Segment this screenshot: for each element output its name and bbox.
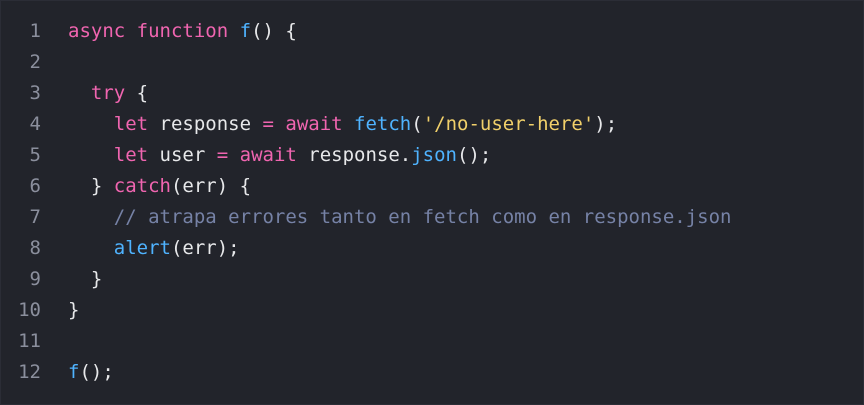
line-number: 12	[18, 361, 41, 383]
token-plain: (err);	[170, 237, 240, 259]
token-plain: }	[68, 175, 114, 197]
token-plain: );	[594, 113, 618, 135]
code-line: 8 alert(err);	[1, 233, 863, 264]
token-plain: ();	[457, 144, 492, 166]
token-keyword: let	[113, 144, 149, 166]
code-line: 12 f();	[1, 357, 863, 388]
code-text: }	[68, 295, 79, 326]
token-plain: {	[125, 82, 149, 104]
line-number: 5	[29, 144, 41, 166]
token-plain: user	[148, 144, 217, 166]
token-plain: (	[411, 113, 423, 135]
code-text: let response = await fetch('/no-user-her…	[68, 109, 617, 140]
code-line: 2	[1, 47, 863, 78]
line-number: 1	[29, 20, 41, 42]
line-number: 8	[29, 237, 41, 259]
code-line: 9 }	[1, 264, 863, 295]
token-plain: }	[68, 299, 80, 321]
token-keyword: =	[216, 144, 229, 166]
line-number: 7	[29, 206, 41, 228]
token-function: f	[68, 361, 80, 383]
code-text: f();	[68, 357, 114, 388]
token-keyword: await	[239, 144, 297, 166]
line-number: 9	[29, 268, 41, 290]
code-line: 4 let response = await fetch('/no-user-h…	[1, 109, 863, 140]
token-string: '/no-user-here'	[422, 113, 595, 135]
code-line: 10}	[1, 295, 863, 326]
line-number: 4	[29, 113, 41, 135]
token-keyword: await	[285, 113, 343, 135]
token-plain: response	[148, 113, 263, 135]
code-text: // atrapa errores tanto en fetch como en…	[68, 202, 732, 233]
token-function: fetch	[354, 113, 412, 135]
token-plain: (err) {	[170, 175, 252, 197]
code-text: async function f() {	[68, 16, 297, 47]
line-number: 10	[18, 299, 41, 321]
token-function: alert	[113, 237, 171, 259]
code-line: 7 // atrapa errores tanto en fetch como …	[1, 202, 863, 233]
token-function: f	[239, 20, 252, 42]
token-plain: ();	[79, 361, 114, 383]
token-keyword: let	[113, 113, 149, 135]
code-line: 1 async function f() {	[1, 16, 863, 47]
token-comment: // atrapa errores tanto en fetch como en…	[113, 206, 732, 228]
code-text: try {	[68, 78, 148, 109]
token-keyword: try	[90, 82, 126, 104]
token-keyword: catch	[113, 175, 171, 197]
code-text: } catch(err) {	[68, 171, 251, 202]
line-number: 6	[29, 175, 41, 197]
token-function: json	[411, 144, 457, 166]
code-line: 6 } catch(err) {	[1, 171, 863, 202]
token-keyword: async	[68, 20, 126, 42]
code-text: let user = await response.json();	[68, 140, 492, 171]
token-plain: response.	[296, 144, 412, 166]
code-line: 5 let user = await response.json();	[1, 140, 863, 171]
line-number: 2	[29, 51, 41, 73]
token-keyword: =	[262, 113, 274, 135]
code-editor: 1 async function f() {2 3 try {4 let respo…	[0, 0, 864, 405]
line-number: 3	[29, 82, 41, 104]
code-line: 11	[1, 326, 863, 357]
code-text: }	[68, 264, 102, 295]
token-keyword: function	[136, 20, 229, 42]
token-plain: () {	[251, 20, 297, 42]
line-number: 11	[18, 330, 41, 352]
code-text: alert(err);	[68, 233, 240, 264]
code-block: 1 async function f() {2 3 try {4 let respo…	[1, 16, 863, 388]
code-line: 3 try {	[1, 78, 863, 109]
token-plain: }	[68, 268, 103, 290]
